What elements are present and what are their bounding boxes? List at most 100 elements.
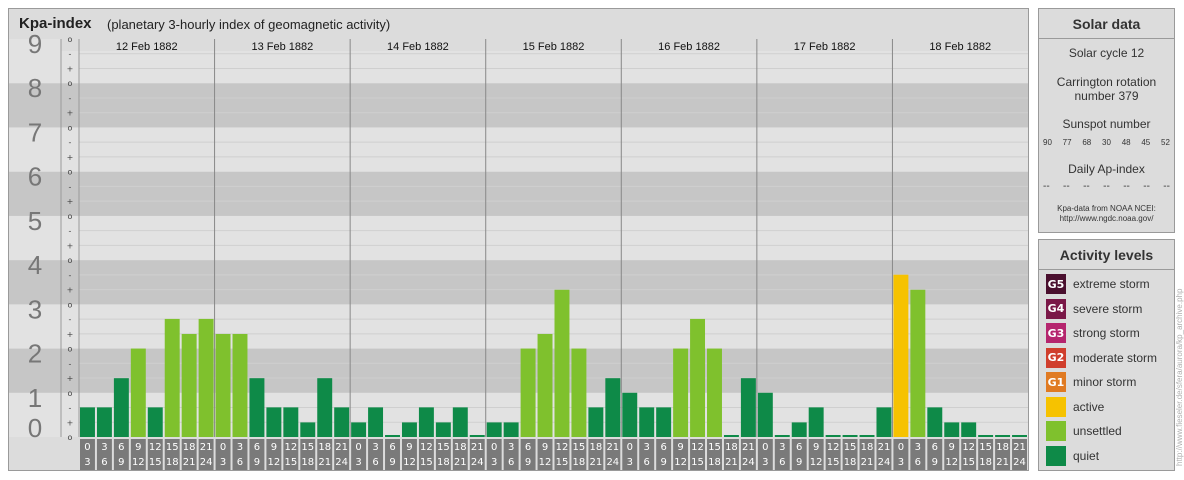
slot-start-label: 18: [996, 442, 1009, 453]
slot-start-label: 9: [406, 442, 412, 453]
slot-start-label: 6: [932, 442, 938, 453]
carrington-line-2: number 379: [1074, 89, 1139, 103]
y-tick-label: 7: [28, 117, 42, 147]
y-subtick-label: +: [67, 109, 74, 118]
slot-start-label: 18: [454, 442, 467, 453]
kp-bar: [147, 407, 163, 437]
sunspot-value: 52: [1161, 138, 1170, 147]
y-subtick-label: -: [69, 315, 72, 324]
slot-start-label: 12: [556, 442, 569, 453]
y-subtick-label: o: [68, 212, 73, 221]
slot-end-label: 12: [403, 457, 416, 468]
slot-start-label: 21: [1013, 442, 1026, 453]
kp-bar: [859, 435, 875, 437]
slot-start-label: 12: [149, 442, 162, 453]
slot-start-label: 0: [220, 442, 226, 453]
slot-start-label: 18: [589, 442, 602, 453]
kp-band: [9, 127, 1028, 172]
kp-bar: [249, 378, 265, 437]
legend-label: active: [1073, 399, 1105, 414]
sunspot-value: 68: [1082, 138, 1092, 147]
kp-bar: [215, 333, 231, 437]
kp-bar: [757, 392, 773, 437]
sunspot-label: Sunspot number: [1062, 117, 1151, 131]
kp-bar: [791, 422, 807, 437]
slot-start-label: 12: [962, 442, 975, 453]
slot-end-label: 21: [183, 457, 196, 468]
kp-bar: [418, 407, 434, 437]
kp-bar: [351, 422, 367, 437]
slot-start-label: 15: [166, 442, 179, 453]
y-tick-label: 5: [28, 206, 42, 236]
slot-start-label: 3: [508, 442, 514, 453]
slot-start-label: 3: [644, 442, 650, 453]
kp-bar: [927, 407, 943, 437]
slot-start-label: 9: [542, 442, 548, 453]
y-tick-label: 4: [28, 250, 42, 280]
slot-end-label: 9: [254, 457, 260, 468]
slot-start-label: 21: [878, 442, 891, 453]
kp-bar: [266, 407, 282, 437]
kp-band: [9, 215, 1028, 261]
slot-end-label: 12: [132, 457, 145, 468]
ap-index-values: -- -- -- -- -- -- --: [1043, 181, 1170, 192]
legend-swatch: G5: [1046, 274, 1066, 294]
kp-bar: [469, 435, 485, 437]
kpa-bar-chart: 0123456789o+-o+-o+-o+-o+-o+-o+-o+-o+-o12…: [9, 29, 1028, 470]
day-label: 14 Feb 1882: [387, 41, 449, 53]
slot-start-label: 0: [627, 442, 633, 453]
y-subtick-label: -: [69, 271, 72, 280]
y-subtick-label: -: [69, 50, 72, 59]
legend-label: quiet: [1073, 448, 1100, 463]
y-tick-label: 1: [28, 383, 42, 413]
kp-band: [9, 348, 1028, 393]
ap-index-value: --: [1103, 181, 1110, 192]
kp-bar: [774, 435, 790, 437]
slot-start-label: 6: [118, 442, 124, 453]
kp-bar: [232, 333, 248, 437]
kp-bar: [723, 435, 739, 437]
day-label: 15 Feb 1882: [523, 41, 585, 53]
legend-swatch: [1046, 421, 1066, 441]
kp-bar: [181, 333, 197, 437]
kp-bar: [876, 407, 892, 437]
y-subtick-label: o: [68, 256, 73, 265]
slot-start-label: 12: [420, 442, 433, 453]
slot-end-label: 6: [372, 457, 378, 468]
slot-start-label: 9: [135, 442, 141, 453]
kp-band: [9, 260, 1028, 305]
kp-bar: [673, 348, 689, 437]
slot-end-label: 24: [335, 457, 348, 468]
slot-start-label: 0: [491, 442, 497, 453]
slot-end-label: 6: [644, 457, 650, 468]
slot-end-label: 3: [491, 457, 497, 468]
slot-end-label: 12: [810, 457, 823, 468]
kp-bar: [317, 378, 333, 437]
legend-swatch: [1046, 445, 1066, 466]
kp-bar: [605, 378, 621, 437]
kp-bar: [690, 318, 706, 437]
slot-end-label: 3: [627, 457, 633, 468]
ap-index-value: --: [1063, 181, 1070, 192]
legend-item-severe-storm: G4 severe storm: [1046, 298, 1142, 319]
kp-bar: [486, 422, 502, 437]
sunspot-values: 90 77 68 30 48 45 52: [1043, 138, 1170, 147]
kp-bar: [842, 435, 858, 437]
slot-start-label: 21: [335, 442, 348, 453]
y-subtick-label: o: [68, 389, 73, 398]
slot-end-label: 18: [708, 457, 721, 468]
ap-index-value: --: [1123, 181, 1130, 192]
slot-start-label: 9: [271, 442, 277, 453]
slot-end-label: 6: [101, 457, 107, 468]
kp-bar: [944, 422, 960, 437]
y-tick-label: 9: [28, 29, 42, 59]
slot-start-label: 18: [861, 442, 874, 453]
y-subtick-label: -: [69, 138, 72, 147]
slot-end-label: 18: [301, 457, 314, 468]
source-credit: http://www.fieseler.de/sfera/aurora/kp_a…: [1175, 288, 1184, 466]
ap-index-value: --: [1163, 181, 1170, 192]
slot-end-label: 24: [200, 457, 213, 468]
slot-start-label: 12: [284, 442, 297, 453]
slot-end-label: 3: [84, 457, 90, 468]
kp-bar: [164, 318, 180, 437]
